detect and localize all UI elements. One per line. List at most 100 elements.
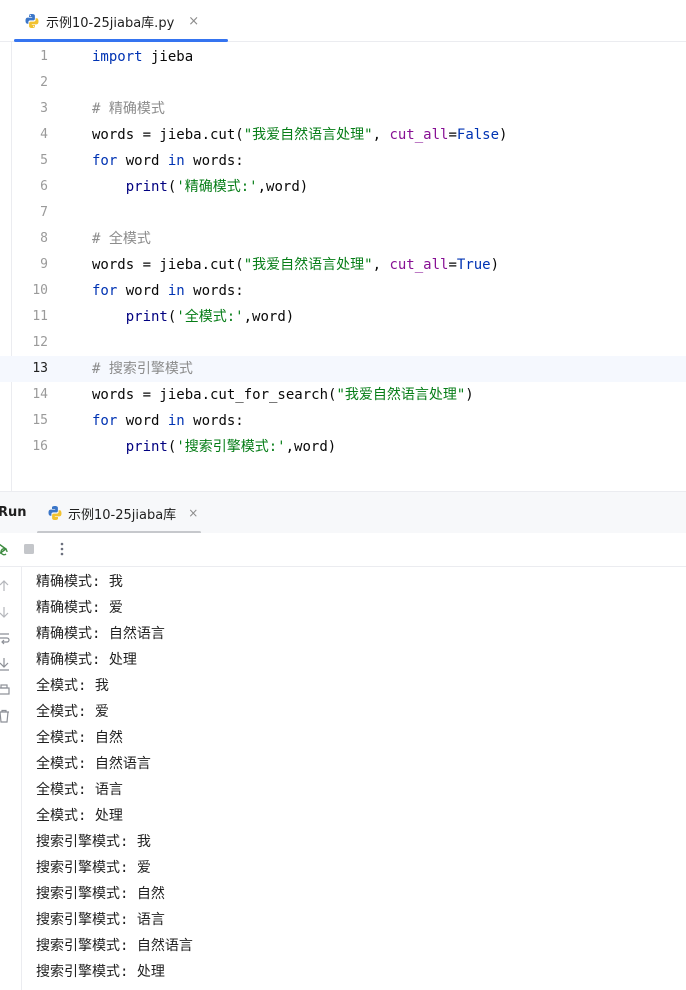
- run-config-tab[interactable]: 示例10-25jiaba库 ×: [37, 492, 201, 534]
- close-tab-icon[interactable]: ×: [188, 14, 199, 29]
- code-token: for: [92, 153, 118, 169]
- code-token: '精确模式:': [176, 179, 258, 195]
- code-token: in: [167, 413, 185, 429]
- run-tab-label: 示例10-25jiaba库: [68, 507, 177, 523]
- code-token: # 搜索引擎模式: [92, 361, 193, 377]
- scroll-down-icon[interactable]: [0, 605, 11, 619]
- code-token: True: [456, 257, 491, 273]
- code-line[interactable]: 2: [0, 70, 686, 96]
- code-text: words = jieba.cut_for_search("我爱自然语言处理"): [92, 382, 474, 408]
- code-line[interactable]: 12: [0, 330, 686, 356]
- console-output-line: 搜索引擎模式: 语言: [36, 912, 165, 928]
- code-token: False: [456, 127, 500, 143]
- run-toolbar: [0, 533, 686, 567]
- code-line[interactable]: 11 print('全模式:',word): [0, 304, 686, 330]
- code-token: cut_all: [389, 127, 449, 143]
- code-line[interactable]: 16 print('搜索引擎模式:',word): [0, 434, 686, 460]
- code-token: ,word): [257, 179, 309, 195]
- code-token: print: [125, 179, 168, 195]
- close-run-tab-icon[interactable]: ×: [188, 506, 198, 520]
- print-icon[interactable]: [0, 683, 11, 697]
- code-token: for: [92, 283, 118, 299]
- line-number: 10: [32, 283, 48, 298]
- code-token: words = jieba.cut(: [92, 257, 244, 273]
- code-token: ): [490, 257, 500, 273]
- line-number: 16: [32, 439, 48, 454]
- line-number: 3: [40, 101, 48, 116]
- code-line[interactable]: 15 for word in words:: [0, 408, 686, 434]
- code-token: in: [167, 153, 185, 169]
- console-output-line: 全模式: 我: [36, 678, 109, 694]
- python-file-icon: [25, 14, 39, 28]
- code-token: words = jieba.cut(: [92, 127, 244, 143]
- trash-icon[interactable]: [0, 709, 11, 723]
- console-output-line: 精确模式: 自然语言: [36, 626, 165, 642]
- code-line[interactable]: 13 # 搜索引擎模式: [0, 356, 686, 382]
- console-output[interactable]: 精确模式: 我精确模式: 爱精确模式: 自然语言 精确模式: 处理 全模式: 我全模…: [22, 567, 686, 990]
- code-text: print('全模式:',word): [92, 304, 294, 330]
- line-number: 7: [40, 205, 48, 220]
- console-output-line: 全模式: 语言: [36, 782, 123, 798]
- console-output-line: 全模式: 爱: [36, 704, 109, 720]
- code-token: for: [92, 413, 118, 429]
- code-line[interactable]: 8 # 全模式: [0, 226, 686, 252]
- code-text: print('搜索引擎模式:',word): [92, 434, 336, 460]
- code-text: # 全模式: [92, 226, 151, 252]
- code-token: =: [448, 127, 457, 143]
- console-output-line: 搜索引擎模式: 自然语言: [36, 938, 193, 954]
- console-output-line: 精确模式: 处理: [36, 652, 137, 668]
- code-line[interactable]: 6 print('精确模式:',word): [0, 174, 686, 200]
- soft-wrap-icon[interactable]: [0, 631, 11, 645]
- code-text: for word in words:: [92, 148, 244, 174]
- scroll-up-icon[interactable]: [0, 579, 11, 593]
- line-number: 14: [32, 387, 48, 402]
- line-number: 6: [40, 179, 48, 194]
- code-token: ,: [372, 127, 390, 143]
- console-output-line: 精确模式: 爱: [36, 600, 123, 616]
- line-number: 9: [40, 257, 48, 272]
- code-token: # 精确模式: [92, 101, 165, 117]
- code-token: words = jieba.cut_for_search(: [92, 387, 337, 403]
- code-token: print: [125, 309, 168, 325]
- python-file-icon: [48, 506, 62, 520]
- code-line[interactable]: 3 # 精确模式: [0, 96, 686, 122]
- code-token: word: [117, 413, 168, 429]
- console-output-line: 全模式: 处理: [36, 808, 123, 824]
- rerun-icon[interactable]: [0, 541, 12, 557]
- console-output-line: 搜索引擎模式: 自然: [36, 886, 165, 902]
- console-output-line: 搜索引擎模式: 爱: [36, 860, 151, 876]
- code-token: "我爱自然语言处理": [243, 127, 373, 143]
- code-line[interactable]: 4 words = jieba.cut("我爱自然语言处理", cut_all=F…: [0, 122, 686, 148]
- console-side-toolbar: [0, 567, 22, 990]
- code-token: in: [167, 283, 185, 299]
- code-token: print: [125, 439, 168, 455]
- code-line[interactable]: 10 for word in words:: [0, 278, 686, 304]
- line-number: 15: [32, 413, 48, 428]
- code-text: print('精确模式:',word): [92, 174, 308, 200]
- line-number: 12: [32, 335, 48, 350]
- code-line[interactable]: 9 words = jieba.cut("我爱自然语言处理", cut_all=T…: [0, 252, 686, 278]
- console-output-line: 搜索引擎模式: 我: [36, 834, 151, 850]
- code-token: "我爱自然语言处理": [243, 257, 373, 273]
- code-line[interactable]: 14 words = jieba.cut_for_search("我爱自然语言处理…: [0, 382, 686, 408]
- code-text: words = jieba.cut("我爱自然语言处理", cut_all=Tr…: [92, 252, 499, 278]
- code-line[interactable]: 7: [0, 200, 686, 226]
- run-panel-title: Run: [0, 505, 27, 520]
- code-token: word: [117, 283, 168, 299]
- line-number: 2: [40, 75, 48, 90]
- editor-tab-label: 示例10-25jiaba库.py: [46, 15, 175, 31]
- line-number: 5: [40, 153, 48, 168]
- code-line[interactable]: 1 import jieba: [0, 44, 686, 70]
- editor-tab-active[interactable]: 示例10-25jiaba库.py ×: [14, 0, 228, 42]
- scroll-to-end-icon[interactable]: [0, 657, 11, 671]
- code-token: ,: [372, 257, 390, 273]
- more-options-icon[interactable]: [54, 541, 70, 557]
- stop-icon[interactable]: [21, 541, 37, 557]
- code-editor[interactable]: 1 import jieba 2 3 # 精确模式 4 words = jieba.cut(…: [0, 42, 686, 491]
- line-number: 13: [32, 361, 48, 376]
- console-output-line: 全模式: 自然语言: [36, 756, 151, 772]
- code-line[interactable]: 5 for word in words:: [0, 148, 686, 174]
